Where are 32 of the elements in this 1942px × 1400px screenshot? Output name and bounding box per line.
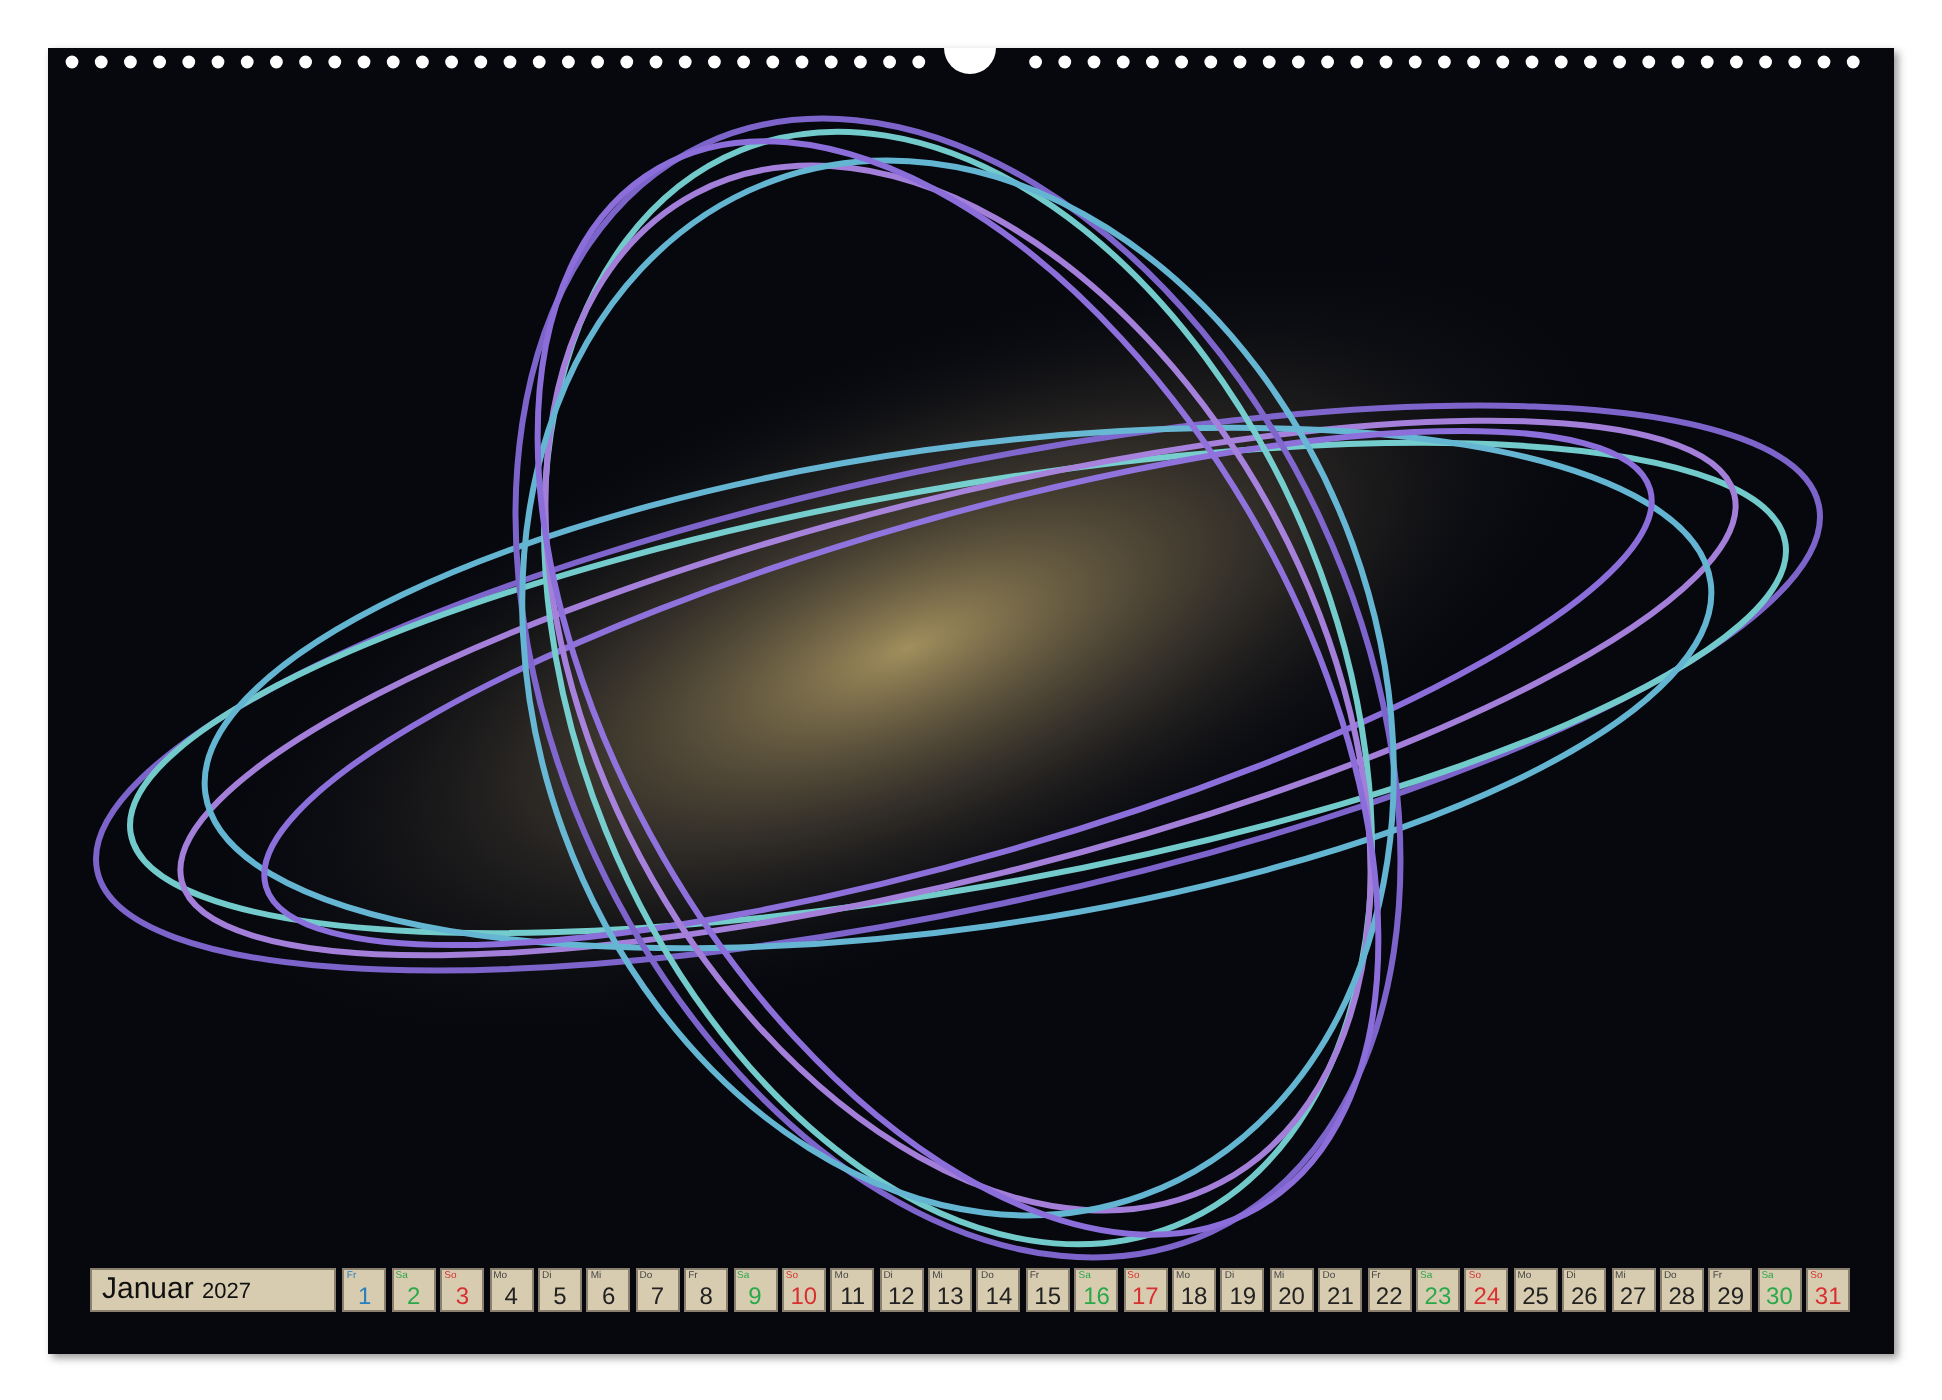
- day-number: 22: [1375, 1282, 1403, 1310]
- day-number: 4: [504, 1282, 518, 1310]
- day-number: 20: [1278, 1282, 1305, 1310]
- month-label: Januar 2027: [90, 1268, 336, 1312]
- day-number: 9: [748, 1282, 762, 1310]
- day-number: 28: [1668, 1282, 1696, 1310]
- day-number: 19: [1229, 1282, 1257, 1310]
- day-number: 7: [650, 1282, 665, 1310]
- day-number: 3: [455, 1282, 470, 1310]
- day-number: 13: [936, 1282, 964, 1310]
- day-number: 5: [553, 1282, 567, 1310]
- day-number: 26: [1570, 1282, 1598, 1310]
- day-number: 25: [1522, 1282, 1549, 1310]
- day-number: 27: [1619, 1282, 1647, 1310]
- day-number: 23: [1424, 1282, 1452, 1310]
- day-number: 31: [1814, 1282, 1842, 1310]
- day-number: 15: [1034, 1282, 1062, 1310]
- day-number: 6: [602, 1282, 616, 1310]
- day-number: 10: [790, 1282, 818, 1310]
- day-number: 24: [1473, 1282, 1501, 1310]
- day-number: 17: [1131, 1282, 1159, 1310]
- day-number: 1: [358, 1282, 372, 1310]
- day-number: 11: [840, 1282, 866, 1310]
- day-number: 30: [1766, 1282, 1793, 1310]
- day-number: 18: [1180, 1282, 1208, 1310]
- day-number: 29: [1717, 1282, 1744, 1310]
- day-number: 16: [1083, 1282, 1110, 1310]
- day-number: 21: [1327, 1282, 1354, 1310]
- day-number: 8: [699, 1282, 713, 1310]
- day-number: 14: [985, 1282, 1013, 1310]
- day-number: 12: [888, 1282, 915, 1310]
- day-number: 2: [406, 1282, 421, 1310]
